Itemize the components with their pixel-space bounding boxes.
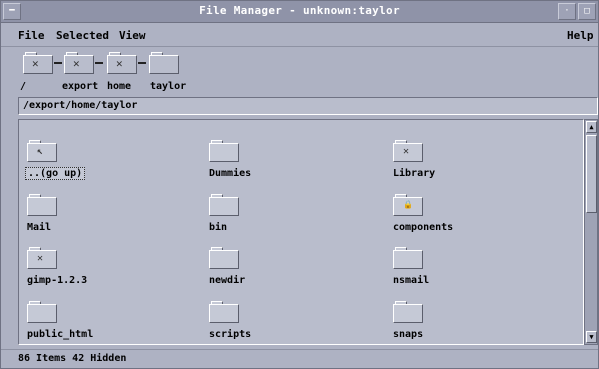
x-icon: ✕: [32, 57, 39, 70]
folder-icon: [27, 301, 57, 323]
file-item-newdir[interactable]: newdir: [209, 247, 329, 291]
path-taylor-folder[interactable]: [149, 52, 179, 74]
window-title: File Manager - unknown:taylor: [199, 4, 400, 17]
scroll-thumb[interactable]: [586, 135, 597, 213]
file-name: ..(go up): [25, 167, 86, 180]
file-item-components[interactable]: 🔒 components: [393, 194, 513, 238]
file-item-scripts[interactable]: scripts: [209, 301, 329, 344]
path-icon-bar: ✕ ✕ ✕ / export home taylor: [1, 47, 598, 97]
menu-help-label: Help: [567, 29, 594, 42]
folder-icon: [209, 247, 239, 269]
x-icon: ✕: [116, 57, 123, 70]
file-item-mail[interactable]: Mail: [27, 194, 147, 238]
folder-icon: [27, 194, 57, 216]
menu-view[interactable]: View: [119, 29, 146, 42]
path-connector: [54, 62, 62, 64]
file-name: snaps: [393, 329, 424, 340]
status-bar: 86 Items 42 Hidden: [1, 349, 598, 368]
file-item-bin[interactable]: bin: [209, 194, 329, 238]
folder-icon: [393, 301, 423, 323]
file-name: Mail: [27, 222, 52, 233]
folder-icon: [209, 140, 239, 162]
menu-selected[interactable]: Selected: [56, 29, 109, 42]
path-connector: [138, 62, 146, 64]
menu-file[interactable]: File: [18, 29, 45, 42]
folder-x-icon: ✕: [393, 140, 423, 162]
menu-bar: File Selected View Help: [1, 23, 598, 47]
file-item-gimp[interactable]: ✕ gimp-1.2.3: [27, 247, 147, 291]
file-name: Dummies: [209, 168, 252, 179]
minimize-button[interactable]: ·: [558, 3, 576, 20]
file-list-area[interactable]: ↖ ..(go up) Dummies ✕ Library Mail bin 🔒…: [18, 119, 584, 345]
title-bar[interactable]: ━ File Manager - unknown:taylor · □: [1, 1, 598, 23]
path-home-label: home: [107, 81, 132, 92]
folder-icon: [209, 194, 239, 216]
path-root-label: /: [20, 81, 27, 92]
status-text: 86 Items 42 Hidden: [18, 353, 127, 364]
locked-folder-icon: 🔒: [393, 194, 423, 216]
path-connector: [95, 62, 103, 64]
path-root-folder[interactable]: ✕: [23, 52, 53, 74]
path-taylor-label: taylor: [150, 81, 187, 92]
file-item-snaps[interactable]: snaps: [393, 301, 513, 344]
file-item-go-up[interactable]: ↖ ..(go up): [25, 140, 147, 184]
file-item-public-html[interactable]: public_html: [27, 301, 147, 344]
maximize-button[interactable]: □: [578, 3, 596, 20]
file-name: Library: [393, 168, 436, 179]
file-name: newdir: [209, 275, 246, 286]
menu-selected-label: Selected: [56, 29, 109, 42]
scroll-down-icon[interactable]: ▼: [586, 331, 597, 343]
vertical-scrollbar[interactable]: ▲ ▼: [584, 119, 598, 345]
file-name: scripts: [209, 329, 252, 340]
address-field[interactable]: /export/home/taylor: [18, 97, 598, 115]
menu-help[interactable]: Help: [567, 29, 594, 42]
folder-icon: [209, 301, 239, 323]
file-item-library[interactable]: ✕ Library: [393, 140, 513, 184]
file-name: components: [393, 222, 454, 233]
file-name: public_html: [27, 329, 94, 340]
file-name: nsmail: [393, 275, 430, 286]
file-name: gimp-1.2.3: [27, 275, 88, 286]
go-up-folder-icon: ↖: [27, 140, 57, 162]
path-export-label: export: [62, 81, 99, 92]
file-manager-window: ━ File Manager - unknown:taylor · □ File…: [0, 0, 599, 369]
scroll-up-icon[interactable]: ▲: [586, 121, 597, 133]
file-name: bin: [209, 222, 228, 233]
path-home-folder[interactable]: ✕: [107, 52, 137, 74]
folder-body: [149, 55, 179, 74]
file-item-dummies[interactable]: Dummies: [209, 140, 329, 184]
x-icon: ✕: [73, 57, 80, 70]
menu-view-label: View: [119, 29, 146, 42]
file-item-nsmail[interactable]: nsmail: [393, 247, 513, 291]
folder-x-icon: ✕: [27, 247, 57, 269]
folder-icon: [393, 247, 423, 269]
path-export-folder[interactable]: ✕: [64, 52, 94, 74]
menu-file-label: File: [18, 29, 45, 42]
